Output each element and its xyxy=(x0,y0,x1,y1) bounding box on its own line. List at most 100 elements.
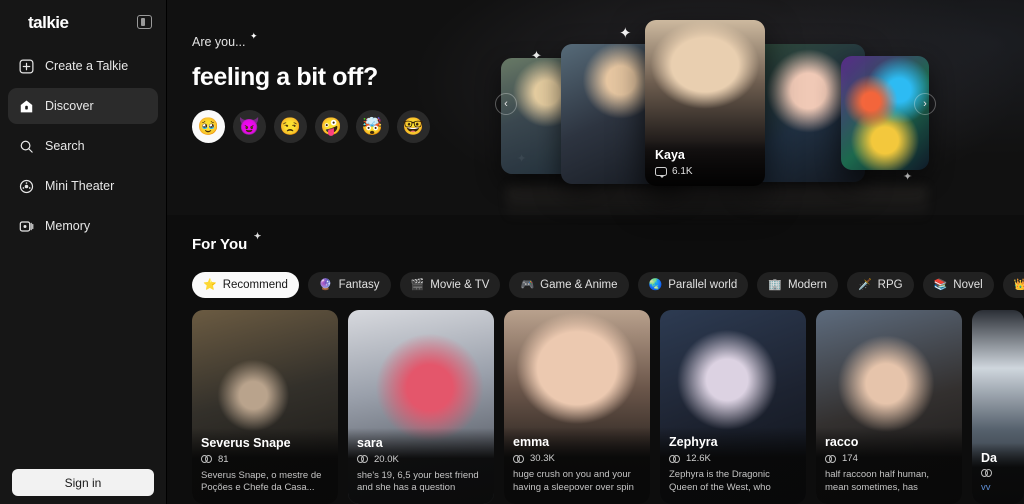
character-card-grid: Severus Snape 81 Severus Snape, o mestre… xyxy=(192,310,1024,504)
star-icon: ⭐ xyxy=(203,278,217,291)
character-name: racco xyxy=(825,435,859,449)
carousel-card-featured[interactable]: Kaya 6.1K xyxy=(645,20,765,186)
hero-headline: feeling a bit off? xyxy=(192,63,378,91)
chat-count-icon xyxy=(981,469,993,478)
clapper-board-icon: 🎬 xyxy=(410,278,425,291)
mood-holding-back-tears[interactable]: 🥹 xyxy=(192,110,225,143)
sidebar-item-discover[interactable]: Discover xyxy=(8,88,158,124)
memory-card-icon xyxy=(18,218,34,234)
tab-label: Movie & TV xyxy=(430,279,490,291)
character-card-meta: sara 20.0K she's 19, 6,5 your best frien… xyxy=(348,427,494,504)
tab-novel[interactable]: 📚 Novel xyxy=(922,272,994,298)
character-name: Da xyxy=(981,451,997,466)
hero-eyebrow: Are you... ✦ xyxy=(192,31,258,49)
sidebar-item-label: Memory xyxy=(45,219,91,233)
app-root: talkie Create a Talkie Discover Search M… xyxy=(0,0,1024,504)
character-chat-stat: 20.0K xyxy=(357,454,485,465)
character-card[interactable]: Severus Snape 81 Severus Snape, o mestre… xyxy=(192,310,338,504)
character-description: Zephyra is the Dragonic Queen of the Wes… xyxy=(669,469,771,495)
for-you-title-text: For You xyxy=(192,236,248,253)
character-description: half raccoon half human, mean sometimes,… xyxy=(825,469,930,495)
character-chat-count: 12.6K xyxy=(686,453,711,464)
category-tabs: ⭐ Recommend 🔮 Fantasy 🎬 Movie & TV 🎮 Gam… xyxy=(192,272,1024,298)
mood-exploding-head[interactable]: 🤯 xyxy=(356,110,389,143)
mood-unamused[interactable]: 😒 xyxy=(274,110,307,143)
chat-bubble-icon xyxy=(655,167,667,178)
character-description: Severus Snape, o mestre de Poções e Chef… xyxy=(201,469,322,494)
character-name: Severus Snape xyxy=(201,435,291,450)
tab-fantasy[interactable]: 🔮 Fantasy xyxy=(307,272,391,298)
sidebar-item-mini-theater[interactable]: Mini Theater xyxy=(8,168,158,204)
character-chat-stat: 81 xyxy=(201,454,329,465)
building-icon: 🏢 xyxy=(768,278,782,291)
tab-rpg[interactable]: 🗡️ RPG xyxy=(846,272,914,298)
chat-count-icon xyxy=(513,454,525,463)
hero-text-block: Are you... ✦ feeling a bit off? 🥹 😈 😒 🤪 … xyxy=(192,31,430,143)
tab-label: Parallel world xyxy=(668,279,738,291)
sign-in-button[interactable]: Sign in xyxy=(12,469,154,496)
tab-parallel-world[interactable]: 🌏 Parallel world xyxy=(637,272,749,298)
character-chat-stat xyxy=(981,469,1015,478)
character-name: emma xyxy=(513,435,550,449)
featured-carousel: Kaya 6.1K xyxy=(497,14,937,199)
character-card-meta: emma 30.3K huge crush on you and your ha… xyxy=(504,427,650,504)
tab-label: Recommend xyxy=(222,279,288,291)
carousel-next-button[interactable]: › xyxy=(914,93,936,115)
tab-recommend[interactable]: ⭐ Recommend xyxy=(192,272,299,298)
sparkle-icon: ✦ xyxy=(249,31,258,41)
sidebar-item-label: Mini Theater xyxy=(45,179,115,193)
hero-eyebrow-text: Are you... xyxy=(192,35,246,49)
character-name: Zephyra xyxy=(669,435,718,449)
mood-devil[interactable]: 😈 xyxy=(233,110,266,143)
mood-selector: 🥹 😈 😒 🤪 🤯 🤓 xyxy=(192,110,430,143)
carousel-prev-button[interactable]: ‹ xyxy=(495,93,517,115)
sidebar-item-search[interactable]: Search xyxy=(8,128,158,164)
panel-collapse-icon[interactable] xyxy=(137,15,152,29)
mood-nerd[interactable]: 🤓 xyxy=(397,110,430,143)
character-card[interactable]: sara 20.0K she's 19, 6,5 your best frien… xyxy=(348,310,494,504)
tab-label: Fantasy xyxy=(338,279,380,291)
sparkle-icon: ✦ xyxy=(253,231,262,241)
character-card-meta: Severus Snape 81 Severus Snape, o mestre… xyxy=(192,427,338,504)
mood-zany[interactable]: 🤪 xyxy=(315,110,348,143)
chat-count-icon xyxy=(201,455,213,464)
character-name: sara xyxy=(357,435,383,450)
tab-celebrities[interactable]: 👑 Celebrities xyxy=(1002,272,1024,298)
sidebar-item-memory[interactable]: Memory xyxy=(8,208,158,244)
character-card[interactable]: Zephyra 12.6K Zephyra is the Dragonic Qu… xyxy=(660,310,806,504)
character-card[interactable]: Da ᴠᴠ xyxy=(972,310,1024,504)
character-card-meta: Zephyra 12.6K Zephyra is the Dragonic Qu… xyxy=(660,427,806,504)
character-chat-count: 30.3K xyxy=(530,453,555,464)
for-you-title: For You ✦ xyxy=(192,231,261,253)
character-description: ᴠᴠ xyxy=(981,482,991,494)
carousel-card-chat-count: 6.1K xyxy=(672,166,693,177)
carousel-card[interactable] xyxy=(841,56,929,170)
sign-in-container: Sign in xyxy=(0,469,166,496)
character-description: she's 19, 6,5 your best friend and she h… xyxy=(357,469,479,494)
character-chat-stat: 30.3K xyxy=(513,453,641,464)
search-icon xyxy=(18,138,34,154)
sidebar-nav: Create a Talkie Discover Search Mini The… xyxy=(0,48,166,244)
sidebar-item-create-a-talkie[interactable]: Create a Talkie xyxy=(8,48,158,84)
sidebar: talkie Create a Talkie Discover Search M… xyxy=(0,0,167,504)
character-card[interactable]: racco 174 half raccoon half human, mean … xyxy=(816,310,962,504)
sidebar-item-label: Discover xyxy=(45,99,94,113)
sidebar-header: talkie xyxy=(0,0,166,34)
hero-section: Are you... ✦ feeling a bit off? 🥹 😈 😒 🤪 … xyxy=(167,0,1024,220)
sword-icon: 🗡️ xyxy=(857,278,872,291)
tab-label: RPG xyxy=(877,279,903,291)
books-icon: 📚 xyxy=(933,278,948,291)
tab-label: Novel xyxy=(953,279,983,291)
chat-count-icon xyxy=(825,454,837,463)
tab-modern[interactable]: 🏢 Modern xyxy=(757,272,838,298)
plus-square-icon xyxy=(18,58,34,74)
home-icon xyxy=(18,98,34,114)
film-circle-icon xyxy=(18,178,34,194)
tab-label: Modern xyxy=(787,279,827,291)
crown-icon: 👑 xyxy=(1013,278,1024,291)
tab-game-and-anime[interactable]: 🎮 Game & Anime xyxy=(509,272,629,298)
character-chat-count: 174 xyxy=(842,453,858,464)
tab-movie-and-tv[interactable]: 🎬 Movie & TV xyxy=(399,272,501,298)
character-card[interactable]: emma 30.3K huge crush on you and your ha… xyxy=(504,310,650,504)
sidebar-item-label: Search xyxy=(45,139,85,153)
